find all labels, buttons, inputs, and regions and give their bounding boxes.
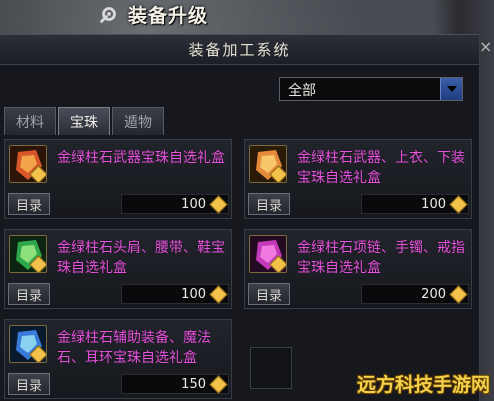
tab-materials[interactable]: 材料	[4, 107, 56, 135]
gift-box-icon	[249, 145, 287, 183]
equipment-processing-window: 装备加工系统 全部 材料 宝珠 遁物 金绿柱石武器宝珠自选礼盒 目录 100 金…	[0, 34, 480, 401]
tab-orbs[interactable]: 宝珠	[58, 107, 110, 135]
tab-escape-items[interactable]: 遁物	[112, 107, 164, 135]
site-watermark: 远方科技手游网	[356, 374, 490, 396]
empty-icon-slot	[250, 347, 292, 389]
category-tabs: 材料 宝珠 遁物	[4, 107, 164, 135]
item-price: 150	[181, 377, 206, 392]
item-name: 金绿柱石头肩、腰带、鞋宝珠自选礼盒	[57, 240, 225, 276]
catalog-button[interactable]: 目录	[8, 373, 50, 395]
item-card[interactable]: 金绿柱石项链、手镯、戒指宝珠自选礼盒 目录 200	[244, 229, 472, 309]
equipment-upgrade-banner[interactable]: 装备升级	[92, 0, 272, 28]
catalog-button[interactable]: 目录	[8, 283, 50, 305]
item-name: 金绿柱石武器、上衣、下装宝珠自选礼盒	[297, 150, 465, 186]
item-name: 金绿柱石武器宝珠自选礼盒	[57, 150, 225, 166]
banner-title: 装备升级	[128, 4, 209, 27]
close-icon[interactable]: ×	[479, 38, 493, 56]
item-price: 100	[421, 197, 446, 212]
category-dropdown[interactable]: 全部	[279, 77, 463, 101]
gear-wrench-icon	[99, 7, 116, 24]
item-card[interactable]: 金绿柱石辅助装备、魔法石、耳环宝珠自选礼盒 目录 150	[4, 319, 232, 399]
filter-row: 全部	[0, 73, 480, 101]
window-title: 装备加工系统	[188, 41, 291, 59]
gift-box-icon	[249, 235, 287, 273]
dropdown-arrow-button[interactable]	[440, 78, 462, 100]
price-field: 100	[121, 284, 229, 304]
item-name: 金绿柱石项链、手镯、戒指宝珠自选礼盒	[297, 240, 465, 276]
chevron-down-icon	[446, 86, 457, 92]
item-price: 200	[421, 287, 446, 302]
currency-gem-icon	[209, 375, 228, 394]
catalog-button[interactable]: 目录	[248, 193, 290, 215]
price-field: 100	[121, 194, 229, 214]
gift-box-icon	[9, 325, 47, 363]
currency-gem-icon	[209, 195, 228, 214]
price-field: 200	[361, 284, 469, 304]
price-field: 100	[361, 194, 469, 214]
currency-gem-icon	[449, 195, 468, 214]
currency-gem-icon	[449, 285, 468, 304]
item-card[interactable]: 金绿柱石武器宝珠自选礼盒 目录 100	[4, 139, 232, 219]
item-card[interactable]: 金绿柱石武器、上衣、下装宝珠自选礼盒 目录 100	[244, 139, 472, 219]
item-card[interactable]: 金绿柱石头肩、腰带、鞋宝珠自选礼盒 目录 100	[4, 229, 232, 309]
catalog-button[interactable]: 目录	[248, 283, 290, 305]
price-field: 150	[121, 374, 229, 394]
gift-box-icon	[9, 235, 47, 273]
item-grid: 金绿柱石武器宝珠自选礼盒 目录 100 金绿柱石武器、上衣、下装宝珠自选礼盒 目…	[4, 139, 472, 401]
window-titlebar[interactable]: 装备加工系统	[0, 35, 479, 65]
item-price: 100	[181, 287, 206, 302]
gift-box-icon	[9, 145, 47, 183]
item-name: 金绿柱石辅助装备、魔法石、耳环宝珠自选礼盒	[57, 330, 211, 366]
dropdown-selected-value: 全部	[288, 83, 316, 99]
catalog-button[interactable]: 目录	[8, 193, 50, 215]
item-price: 100	[181, 197, 206, 212]
currency-gem-icon	[209, 285, 228, 304]
